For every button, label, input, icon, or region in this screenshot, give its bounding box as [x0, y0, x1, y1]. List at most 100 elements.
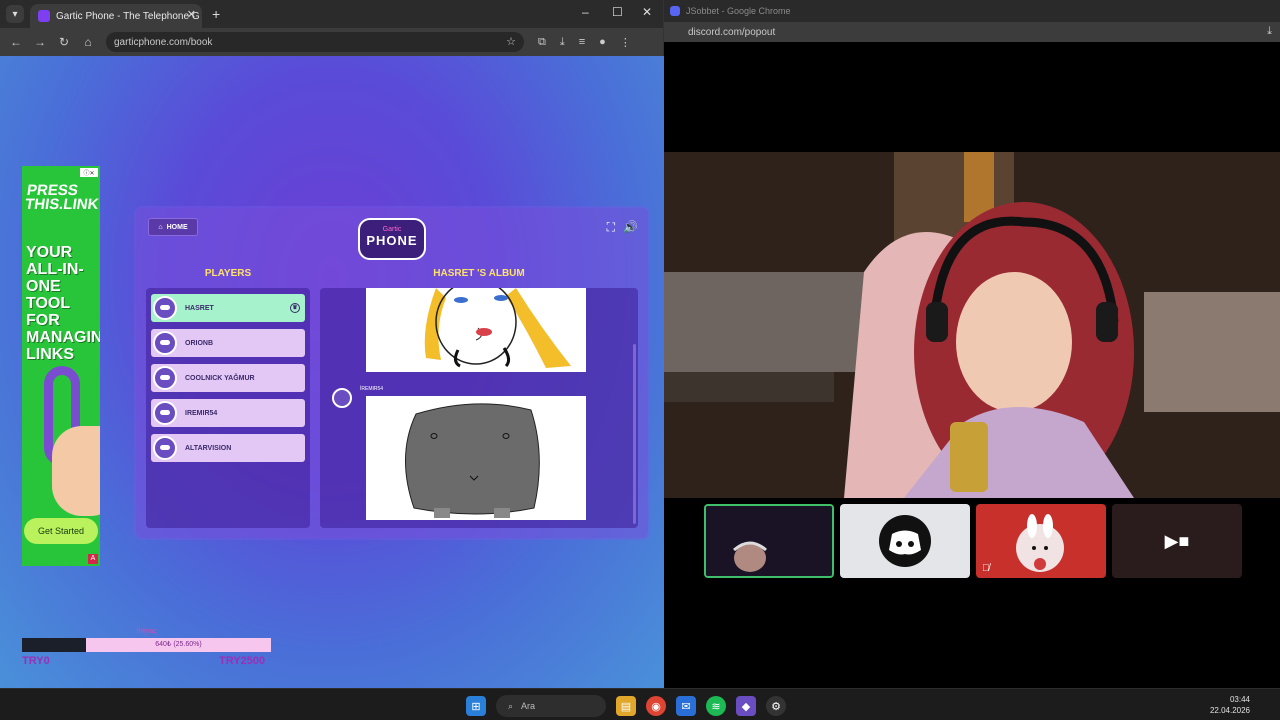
- home-button[interactable]: ⌂ HOME: [148, 218, 198, 236]
- profile-icon[interactable]: ●: [599, 36, 606, 48]
- popout-address-bar[interactable]: discord.com/popout ⤓: [664, 22, 1280, 42]
- taskbar-search[interactable]: ⌕ Ara: [496, 695, 606, 717]
- player-name: COOLNICK YAĞMUR: [185, 374, 255, 382]
- mic-muted-icon: 🎙̸: [982, 563, 990, 574]
- player-row[interactable]: IREMIR54: [151, 399, 305, 427]
- tab-search-icon[interactable]: ▾: [6, 5, 24, 23]
- drawing-face: [366, 288, 586, 372]
- house-icon: ⌂: [158, 223, 163, 231]
- discord-favicon-icon: [670, 6, 680, 16]
- album-scrollbar[interactable]: [633, 344, 636, 524]
- logo-top-text: Gartic: [382, 226, 402, 233]
- url-text: garticphone.com/book: [114, 36, 213, 48]
- search-placeholder: Ara: [521, 701, 536, 711]
- clock-date: 22.04.2026: [1209, 706, 1250, 715]
- gartic-page: ⓘ✕ PRESS THIS.LINK YOUR ALL-IN-ONE TOOL …: [0, 56, 664, 688]
- player-avatar: [153, 331, 177, 355]
- extensions-icon[interactable]: ⧉: [538, 36, 546, 49]
- new-tab-button[interactable]: +: [212, 6, 220, 22]
- spotify-icon[interactable]: ≋: [706, 696, 726, 716]
- home-icon[interactable]: ⌂: [76, 35, 100, 49]
- ad-banner[interactable]: ⓘ✕ PRESS THIS.LINK YOUR ALL-IN-ONE TOOL …: [22, 166, 100, 566]
- system-clock[interactable]: 03:44 22.04.2026: [1210, 694, 1250, 716]
- player-name: HASRET: [185, 304, 214, 312]
- donation-label: İhtiyaç: [136, 628, 157, 635]
- discord-logo-icon: [879, 515, 931, 567]
- donation-min-label: TRY0: [22, 655, 50, 667]
- maximize-button[interactable]: ☐: [612, 5, 623, 19]
- close-window-button[interactable]: ✕: [642, 5, 652, 19]
- tab-title: Gartic Phone - The Telephone G: [56, 10, 200, 22]
- volume-icon[interactable]: 🔊: [623, 220, 638, 235]
- bookmark-star-icon[interactable]: ☆: [506, 35, 516, 48]
- players-heading: PLAYERS: [204, 268, 252, 279]
- logo-main-text: PHONE: [366, 233, 418, 248]
- player-list: HASRET ♛ ORIONB COOLNICK YAĞMUR IREMIR54: [146, 288, 310, 528]
- participant-thumbnails: 🎙̸ ▶■: [704, 504, 1242, 578]
- tab-bar: ▾ Gartic Phone - The Telephone G ✕ + – ☐…: [0, 0, 663, 28]
- participant-tile[interactable]: ▶■: [1112, 504, 1242, 578]
- settings-icon[interactable]: ⚙: [766, 696, 786, 716]
- donation-progress-text: 640₺ (25.60%): [155, 641, 202, 648]
- player-row[interactable]: COOLNICK YAĞMUR: [151, 364, 305, 392]
- gartic-favicon-icon: [38, 10, 50, 22]
- player-name: ORIONB: [185, 339, 213, 347]
- fullscreen-icon[interactable]: ⛶: [607, 220, 615, 235]
- participant-tile[interactable]: [704, 504, 834, 578]
- gartic-phone-logo: Gartic PHONE: [358, 218, 426, 260]
- popout-title: JSobbet - Google Chrome: [686, 6, 791, 16]
- host-crown-icon: ♛: [290, 303, 300, 313]
- windows-start-icon[interactable]: ⊞: [466, 696, 486, 716]
- participant-tile[interactable]: [840, 504, 970, 578]
- back-icon[interactable]: ←: [4, 35, 28, 49]
- screen-controls: ⛶ 🔊: [607, 220, 638, 235]
- ad-headline: YOUR ALL-IN-ONE TOOL FOR MANAGING LINKS: [26, 244, 100, 363]
- url-field[interactable]: garticphone.com/book ☆: [106, 32, 524, 52]
- player-row[interactable]: ALTARVISION: [151, 434, 305, 462]
- ad-logo-icon: A: [88, 554, 98, 564]
- home-label: HOME: [166, 223, 188, 231]
- mail-icon[interactable]: ✉: [676, 696, 696, 716]
- ad-choices-icon[interactable]: ⓘ✕: [80, 168, 98, 177]
- webcam-stream[interactable]: [664, 152, 1280, 498]
- donation-progress-fill: [22, 638, 86, 652]
- download-icon[interactable]: ⤓: [560, 36, 565, 49]
- drawing-blob: [366, 396, 586, 520]
- media-icon[interactable]: ≡: [579, 36, 585, 48]
- player-row[interactable]: ORIONB: [151, 329, 305, 357]
- author-name: İREMIR54: [360, 386, 384, 392]
- camera-icon: ▶■: [1164, 530, 1190, 551]
- discord-popout-window: JSobbet - Google Chrome discord.com/popo…: [664, 0, 1280, 688]
- tab-close-icon[interactable]: ✕: [187, 8, 196, 21]
- popout-title-bar: JSobbet - Google Chrome: [664, 0, 1280, 22]
- get-started-button[interactable]: Get Started: [24, 518, 98, 544]
- donation-max-label: TRY2500: [219, 655, 266, 667]
- taskbar-icons: ⊞ ⌕ Ara ▤ ◉ ✉ ≋ ◆ ⚙: [466, 695, 786, 717]
- gartic-browser-window: ▾ Gartic Phone - The Telephone G ✕ + – ☐…: [0, 0, 664, 688]
- file-explorer-icon[interactable]: ▤: [616, 696, 636, 716]
- menu-icon[interactable]: ⋮: [620, 36, 631, 49]
- player-name: IREMIR54: [185, 409, 218, 417]
- reload-icon[interactable]: ↻: [52, 35, 76, 49]
- game-panel: ⌂ HOME Gartic PHONE ⛶ 🔊 PLAYERS HASRET '…: [136, 208, 648, 538]
- popout-url: discord.com/popout: [688, 26, 776, 38]
- player-name: ALTARVISION: [185, 444, 232, 452]
- hand-image: [52, 426, 100, 516]
- author-avatar: [332, 388, 352, 408]
- album-heading: HASRET 'S ALBUM: [433, 268, 525, 279]
- clock-time: 03:44: [1229, 695, 1250, 704]
- player-avatar: [153, 401, 177, 425]
- download-icon[interactable]: ⤓: [1267, 25, 1272, 38]
- minimize-button[interactable]: –: [582, 5, 589, 19]
- chrome-icon[interactable]: ◉: [646, 696, 666, 716]
- forward-icon[interactable]: →: [28, 35, 52, 49]
- tab-gartic[interactable]: Gartic Phone - The Telephone G ✕: [30, 4, 202, 28]
- app-icon[interactable]: ◆: [736, 696, 756, 716]
- player-avatar: [153, 366, 177, 390]
- participant-tile[interactable]: 🎙̸: [976, 504, 1106, 578]
- player-avatar: [153, 436, 177, 460]
- search-icon: ⌕: [508, 700, 514, 711]
- address-bar-row: ← → ↻ ⌂ garticphone.com/book ☆ ⧉ ⤓ ≡ ● ⋮: [0, 28, 663, 56]
- player-row[interactable]: HASRET ♛: [151, 294, 305, 322]
- album-view[interactable]: İREMIR54: [320, 288, 638, 528]
